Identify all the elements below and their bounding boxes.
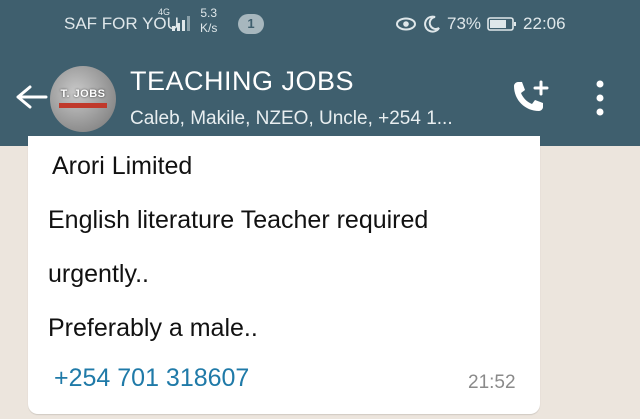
- avatar-logo-text: T. JOBS: [60, 88, 106, 100]
- chat-header: T. JOBS TEACHING JOBS Caleb, Makile, NZE…: [0, 48, 640, 146]
- chat-area[interactable]: Arori Limited English literature Teacher…: [0, 136, 640, 419]
- network-type: 4G: [158, 7, 171, 17]
- back-arrow-icon[interactable]: [14, 82, 50, 112]
- moon-icon: [424, 15, 440, 33]
- message-timestamp: 21:52: [468, 372, 516, 393]
- chat-title[interactable]: TEACHING JOBS: [130, 66, 354, 97]
- eye-icon: [396, 17, 416, 31]
- group-avatar[interactable]: T. JOBS: [50, 66, 116, 132]
- chat-participants[interactable]: Caleb, Makile, NZEO, Uncle, +254 1...: [130, 108, 490, 130]
- more-options-icon[interactable]: [592, 78, 608, 118]
- status-bar: SAF FOR YOU 4G 5.3 K/s 1 73% 22:06: [0, 0, 640, 48]
- battery-percent: 73%: [447, 14, 482, 33]
- message-line-position: English literature Teacher required: [48, 206, 429, 234]
- network-speed: 5.3 K/s: [200, 6, 218, 35]
- message-line-preference: Preferably a male..: [48, 314, 258, 342]
- message-line-urgency: urgently..: [48, 260, 149, 288]
- battery-icon: [487, 17, 517, 31]
- message-line-company: Arori Limited: [52, 152, 193, 180]
- phone-number-link[interactable]: +254 701 318607: [54, 364, 249, 393]
- notification-count-badge: 1: [238, 14, 264, 34]
- message-bubble[interactable]: Arori Limited English literature Teacher…: [28, 136, 540, 414]
- signal-icon: [172, 16, 190, 31]
- carrier-name: SAF FOR YOU: [64, 14, 179, 33]
- avatar-logo-banner: [59, 103, 107, 108]
- add-call-icon[interactable]: [508, 78, 552, 116]
- clock: 22:06: [523, 14, 566, 33]
- status-right-group: 73% 22:06: [395, 14, 566, 34]
